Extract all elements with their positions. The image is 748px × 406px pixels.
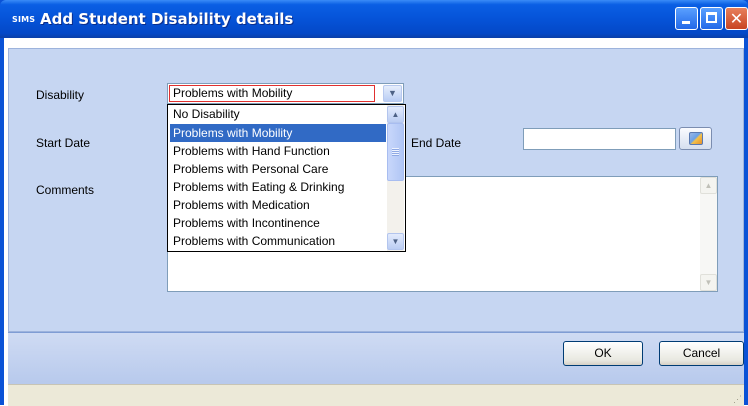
window-title: Add Student Disability details	[40, 10, 294, 28]
disability-combobox[interactable]: Problems with Mobility ▼	[167, 83, 404, 104]
chevron-down-icon[interactable]: ▼	[383, 85, 402, 102]
disability-label: Disability	[36, 88, 85, 102]
disability-dropdown-list[interactable]: No Disability Problems with Mobility Pro…	[167, 104, 406, 252]
status-bar: ⋰	[8, 384, 744, 406]
start-date-label: Start Date	[36, 136, 91, 150]
list-item[interactable]: Problems with Eating & Drinking	[170, 178, 386, 196]
calendar-icon	[689, 132, 703, 145]
maximize-button[interactable]	[700, 7, 723, 30]
scroll-down-icon[interactable]: ▼	[700, 274, 717, 291]
list-item[interactable]: Problems with Hand Function	[170, 142, 386, 160]
close-icon: ✕	[729, 9, 744, 28]
list-item[interactable]: No Disability	[170, 105, 386, 123]
scroll-up-icon[interactable]: ▲	[700, 177, 717, 194]
minimize-icon	[682, 21, 690, 24]
dialog-window: SIMS Add Student Disability details ✕ ⋰ …	[0, 0, 748, 406]
list-item-selected[interactable]: Problems with Mobility	[170, 124, 386, 142]
comments-scrollbar[interactable]: ▲ ▼	[700, 177, 717, 291]
end-date-label: End Date	[411, 136, 462, 150]
end-date-field[interactable]	[523, 128, 676, 150]
close-button[interactable]: ✕	[725, 7, 748, 30]
comments-label: Comments	[36, 183, 95, 197]
thumb-grip	[392, 148, 399, 156]
maximize-icon	[706, 12, 717, 23]
scroll-down-icon[interactable]: ▼	[387, 233, 404, 250]
dropdown-scrollbar[interactable]: ▲ ▼	[387, 105, 404, 251]
ok-button[interactable]: OK	[563, 341, 643, 366]
disability-selected-value: Problems with Mobility	[169, 85, 375, 102]
app-logo: SIMS	[12, 15, 36, 24]
cancel-button[interactable]: Cancel	[659, 341, 744, 366]
resize-grip-icon[interactable]: ⋰	[732, 394, 742, 404]
calendar-button[interactable]	[679, 127, 712, 150]
list-item[interactable]: Problems with Communication	[170, 232, 386, 250]
list-item[interactable]: Problems with Incontinence	[170, 214, 386, 232]
minimize-button[interactable]	[675, 7, 698, 30]
list-item[interactable]: Problems with Medication	[170, 196, 386, 214]
scroll-up-icon[interactable]: ▲	[387, 106, 404, 123]
scroll-thumb[interactable]	[387, 123, 404, 181]
list-item[interactable]: Problems with Personal Care	[170, 160, 386, 178]
title-bar[interactable]: SIMS Add Student Disability details ✕	[0, 0, 748, 38]
